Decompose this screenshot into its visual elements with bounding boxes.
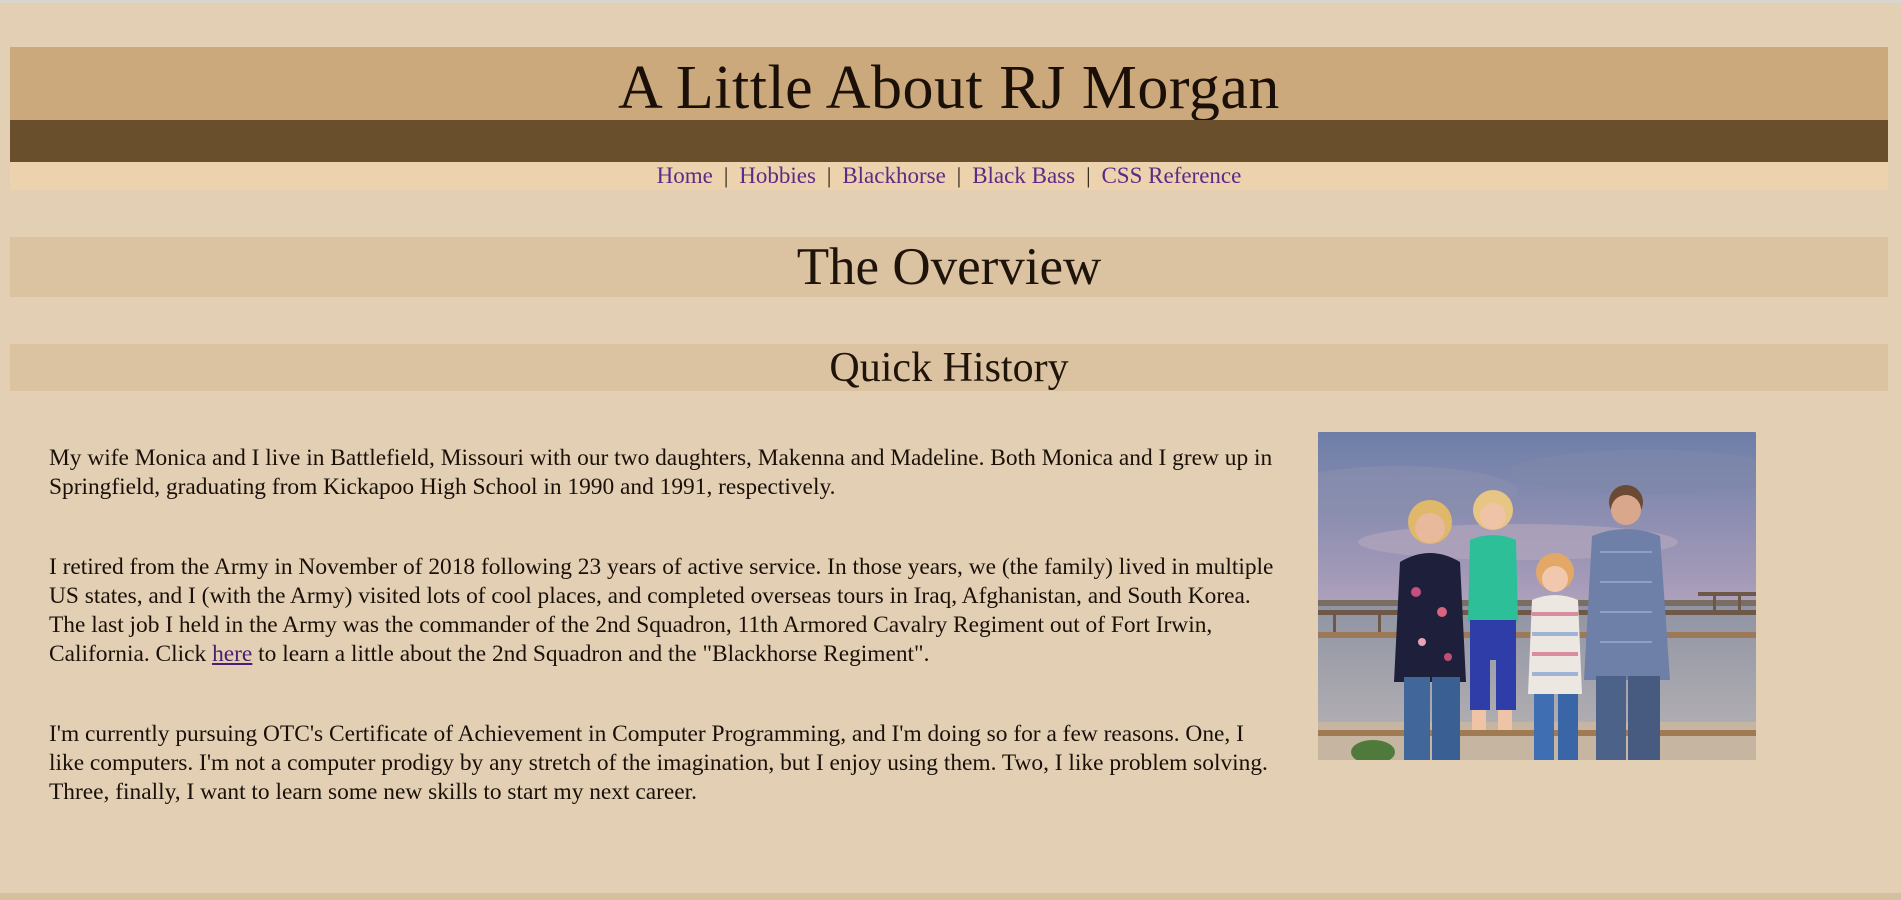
header-divider-bar	[10, 120, 1888, 162]
site-title: A Little About RJ Morgan	[618, 53, 1280, 122]
family-photo	[1318, 432, 1756, 760]
nav-separator: |	[1086, 163, 1091, 188]
nav-separator: |	[826, 163, 832, 188]
quick-history-banner: Quick History	[10, 344, 1888, 391]
nav-link-css-reference[interactable]: CSS Reference	[1101, 163, 1241, 189]
nav-link-hobbies[interactable]: Hobbies	[739, 163, 816, 189]
overview-heading: The Overview	[796, 237, 1102, 296]
overview-banner: The Overview	[10, 237, 1888, 297]
blackhorse-here-link[interactable]: here	[212, 641, 252, 667]
footer-strip	[0, 893, 1901, 900]
nav-link-blackhorse[interactable]: Blackhorse	[842, 163, 945, 189]
main-nav: Home | Hobbies | Blackhorse | Black Bass…	[10, 162, 1888, 190]
nav-link-home[interactable]: Home	[657, 163, 713, 189]
nav-separator: |	[956, 163, 962, 188]
quick-history-heading: Quick History	[829, 344, 1069, 391]
nav-separator: |	[723, 163, 729, 188]
top-strip	[0, 0, 1901, 3]
history-content: My wife Monica and I live in Battlefield…	[49, 432, 1849, 807]
history-paragraph-2-text-end: to learn a little about the 2nd Squadron…	[252, 641, 930, 667]
site-header: A Little About RJ Morgan	[10, 47, 1888, 120]
nav-link-black-bass[interactable]: Black Bass	[972, 163, 1075, 189]
